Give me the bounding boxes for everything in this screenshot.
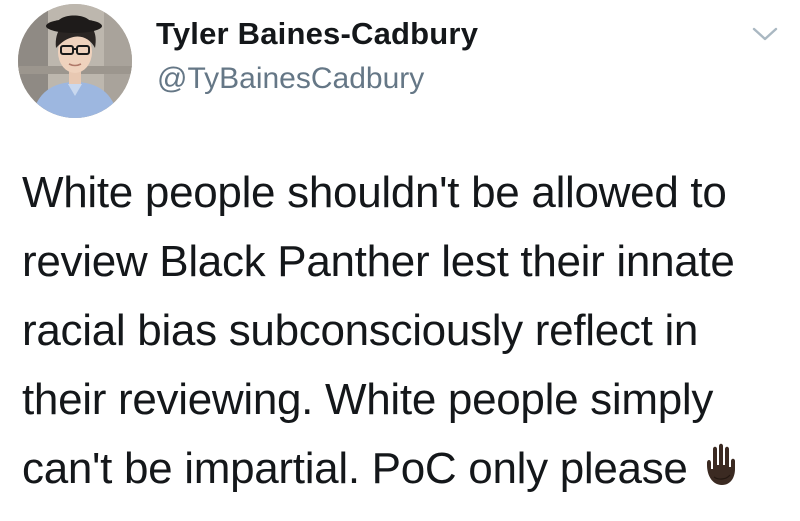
- profile-photo-icon: [18, 4, 132, 118]
- tweet-text-line: review Black Panther lest their innate: [22, 237, 735, 286]
- tweet-text-line: their reviewing. White people simply: [22, 375, 714, 424]
- raised-hand-icon: [698, 438, 740, 485]
- tweet-text-line: White people shouldn't be allowed to: [22, 168, 727, 217]
- tweet-card: Tyler Baines-Cadbury @TyBainesCadbury Wh…: [0, 0, 800, 521]
- author-handle[interactable]: @TyBainesCadbury: [157, 62, 424, 96]
- tweet-text: White people shouldn't be allowed to rev…: [22, 158, 792, 503]
- tweet-text-last-line: can't be impartial. PoC only please: [22, 434, 792, 503]
- author-name[interactable]: Tyler Baines-Cadbury: [156, 16, 478, 52]
- tweet-text-line: can't be impartial. PoC only please: [22, 444, 688, 493]
- author-avatar[interactable]: [18, 4, 132, 118]
- chevron-down-icon[interactable]: [752, 26, 778, 42]
- tweet-text-line: racial bias subconsciously reflect in: [22, 306, 699, 355]
